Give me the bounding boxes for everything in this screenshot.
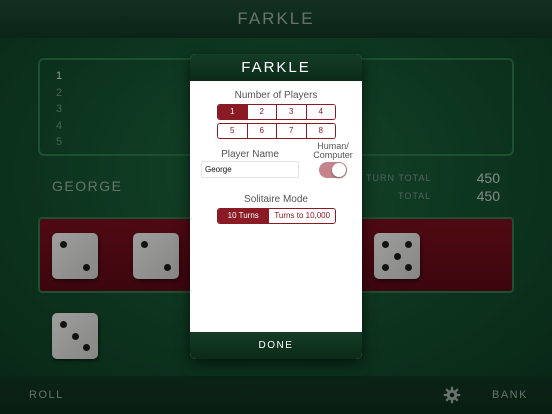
player-count-row-2: 5678 [217,123,336,139]
player-count-option[interactable]: 7 [277,124,307,138]
solitaire-option[interactable]: Turns to 10,000 [269,209,335,223]
settings-dialog: FARKLE Number of Players 1234 5678 Playe… [190,54,362,359]
player-count-option[interactable]: 3 [277,105,307,119]
player-name-input[interactable] [201,161,299,178]
toggle-knob [332,163,346,177]
player-count-option[interactable]: 6 [247,124,277,138]
solitaire-section-title: Solitaire Mode [244,194,308,205]
solitaire-option[interactable]: 10 Turns [218,209,270,223]
player-count-option[interactable]: 5 [218,124,248,138]
human-computer-toggle[interactable] [319,162,347,178]
human-computer-label: Human/ Computer [310,142,356,160]
dialog-title: FARKLE [190,54,362,81]
player-name-label: Player Name [221,149,279,160]
solitaire-mode-selector: 10 Turns Turns to 10,000 [217,208,336,224]
player-count-option[interactable]: 1 [218,105,248,119]
done-button[interactable]: DONE [190,332,362,359]
player-count-option[interactable]: 2 [247,105,277,119]
computer-label: Computer [313,150,353,160]
player-count-row-1: 1234 [217,104,336,120]
player-count-option[interactable]: 8 [306,124,335,138]
player-count-option[interactable]: 4 [306,105,335,119]
players-section-title: Number of Players [234,90,318,101]
